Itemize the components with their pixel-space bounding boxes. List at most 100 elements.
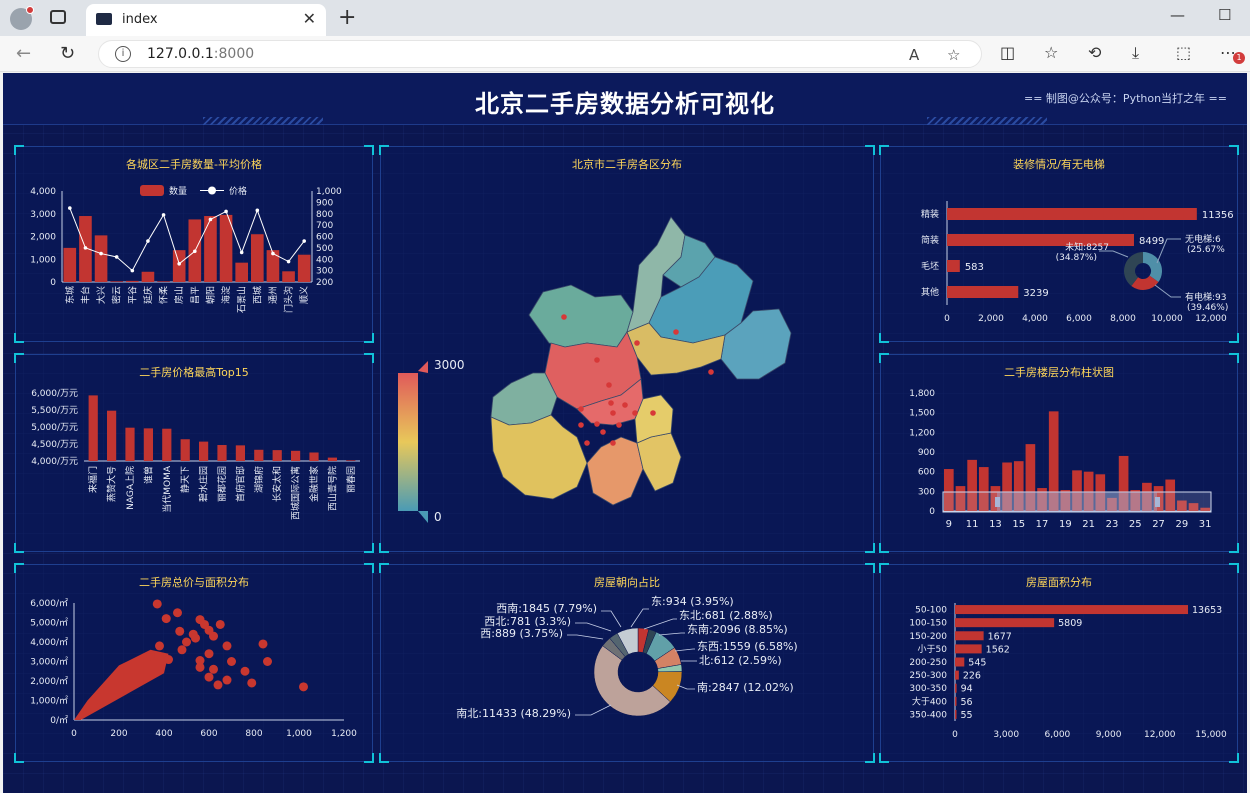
panel-title: 二手房价格最高Top15: [139, 366, 249, 379]
y-tick-label: 2,000/㎡: [30, 676, 68, 687]
pie-label: 未知:8257: [1065, 241, 1109, 253]
minimize-icon[interactable]: —: [1170, 6, 1185, 24]
y-right-tick-label: 500: [316, 244, 333, 254]
legend-swatch-bar: [140, 185, 164, 196]
tab-title: index: [122, 12, 158, 27]
address-bar[interactable]: i 127.0.0.1:8000 A ☆: [98, 40, 982, 68]
x-tick-label: 西城国际公寓: [290, 466, 302, 520]
district-chart: 0 1,000 2,000 3,000 4,000 200300 400500600 7008…: [30, 185, 342, 313]
address-toolbar: ← ↻ i 127.0.0.1:8000 A ☆ ◫ ☆ ⟲ ⤓ ⬚ ⋯: [0, 36, 1250, 72]
y-tick-label: 大于400: [912, 695, 947, 707]
new-tab-icon[interactable]: +: [338, 5, 356, 30]
x-tick-label: 大兴: [95, 286, 107, 304]
x-tick-label: 600: [200, 729, 217, 739]
bar: [254, 449, 264, 461]
bar: [309, 452, 319, 461]
slice-label: 东南:2096 (8.85%): [687, 623, 788, 636]
pie-label: 有电梯:93: [1185, 291, 1227, 303]
visual-map-min: 0: [434, 510, 442, 524]
bar: [346, 460, 356, 461]
x-tick-label: 9: [946, 519, 952, 530]
x-tick-label: 西城: [252, 286, 263, 304]
price-point: [114, 255, 119, 259]
x-tick-label: 房山: [173, 286, 185, 304]
browser-tab[interactable]: index ✕: [86, 4, 326, 36]
label-leader-line: [575, 622, 612, 632]
y-right-tick-label: 1,000: [316, 187, 342, 197]
panel-decoration: 装修情况/有无电梯 精装 11356 简装 8499 毛坯 583 其他 3239 0 2,000…: [879, 145, 1239, 343]
panel-orientation: 房屋朝向占比 东:934 (3.95%) 东北:681 (2.88%) 东南:209…: [379, 563, 875, 763]
x-tick-label: 延庆: [142, 286, 154, 304]
district-marker: [610, 410, 616, 416]
panel-title: 装修情况/有无电梯: [1013, 158, 1105, 171]
scatter-point: [209, 664, 218, 674]
x-tick-label: 25: [1129, 519, 1142, 530]
favorite-star-icon[interactable]: ☆: [947, 46, 960, 64]
bar: [947, 286, 1019, 298]
y-tick-label: 5,000/㎡: [30, 618, 68, 629]
price-point: [271, 251, 275, 256]
y-tick-label: 100-150: [909, 619, 947, 629]
x-tick-label: NAGA上院: [124, 466, 136, 510]
slice-label: 东北:681 (2.88%): [679, 609, 773, 622]
panel-title: 房屋面积分布: [1026, 576, 1092, 589]
notification-dot-icon: [26, 6, 34, 14]
price-point: [161, 213, 166, 217]
read-aloud-icon[interactable]: A: [909, 46, 919, 64]
district-marker: [561, 314, 567, 320]
y-tick-label: 4,000/㎡: [30, 637, 68, 648]
downloads-icon[interactable]: ⤓: [1132, 43, 1139, 63]
bar: [955, 618, 1055, 628]
close-tab-icon[interactable]: ✕: [303, 9, 316, 28]
favorites-icon[interactable]: ☆: [1044, 43, 1058, 62]
scatter-point: [191, 633, 200, 643]
site-info-icon[interactable]: i: [115, 46, 131, 62]
x-tick-label: 11: [966, 519, 979, 530]
orientation-chart: 东:934 (3.95%)东北:681 (2.88%)东南:2096 (8.85…: [456, 595, 797, 720]
y-tick-label: 1,000/㎡: [30, 696, 68, 707]
district-marker: [578, 422, 584, 428]
region: [490, 414, 588, 500]
x-tick-label: 10,000: [1151, 314, 1183, 324]
scatter-point: [240, 666, 250, 676]
bar: [219, 214, 233, 282]
split-screen-icon[interactable]: ◫: [1000, 43, 1015, 62]
y-tick-label: 250-300: [909, 671, 947, 681]
scatter-point: [227, 657, 236, 666]
panel-top15: 二手房价格最高Top15 4,000/万元 4,500/万元 5,000/万元 5,5…: [14, 353, 374, 553]
visual-map-handle-bottom: [418, 511, 428, 523]
reload-icon[interactable]: ↻: [60, 43, 75, 64]
y-tick-label: 1,500: [909, 409, 935, 419]
maximize-icon[interactable]: ☐: [1218, 6, 1231, 24]
x-tick-label: 3,000: [993, 730, 1019, 740]
value-label: 5809: [1058, 618, 1082, 629]
y-right-tick-label: 300: [316, 267, 333, 277]
x-tick-label: 400: [155, 729, 172, 739]
region: [586, 436, 644, 506]
price-point: [255, 208, 260, 213]
bar: [947, 260, 960, 272]
y-tick-label: 900: [918, 448, 935, 458]
back-icon[interactable]: ←: [16, 43, 31, 64]
screenshot-icon[interactable]: ⬚: [1176, 43, 1191, 62]
bar: [180, 439, 190, 461]
tab-actions-icon[interactable]: [50, 10, 66, 24]
pie-label: (25.67%: [1187, 245, 1225, 255]
bar: [204, 216, 217, 282]
district-marker: [622, 402, 628, 408]
bar: [955, 696, 957, 706]
slice-label: 南北:11433 (48.29%): [456, 707, 571, 720]
value-label: 13653: [1192, 605, 1222, 616]
bar: [110, 281, 123, 282]
profile-avatar-icon[interactable]: [10, 6, 34, 30]
menu-badge: 1: [1233, 52, 1245, 64]
y-tick-label: 300: [918, 487, 935, 497]
bar: [955, 709, 957, 719]
y-right-tick-label: 900: [316, 198, 333, 208]
district-marker: [584, 440, 590, 446]
label-leader-line: [658, 632, 685, 636]
scatter-point: [182, 637, 191, 647]
x-tick-label: 800: [245, 729, 262, 739]
y-tick-label: 3,000/㎡: [30, 657, 68, 668]
history-icon[interactable]: ⟲: [1088, 43, 1101, 62]
